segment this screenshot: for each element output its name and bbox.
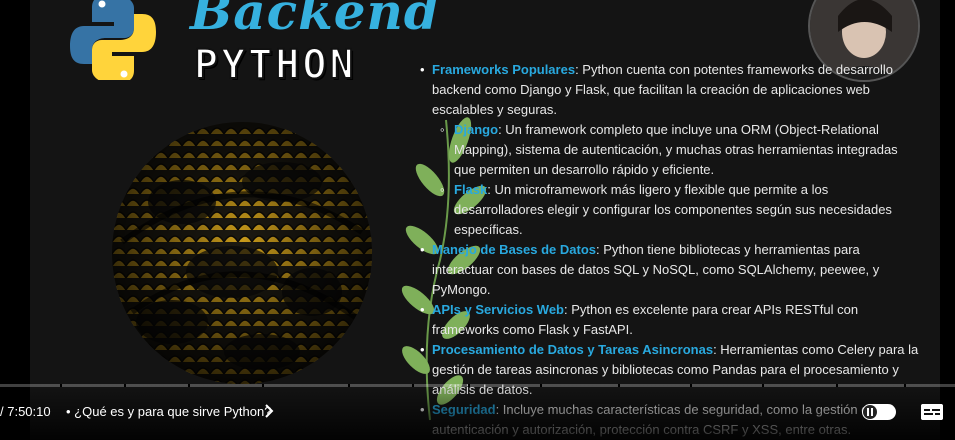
chapter-marker <box>540 384 542 387</box>
bullet-item: Frameworks Populares: Python cuenta con … <box>420 60 920 120</box>
chapter-marker <box>618 384 620 387</box>
snake-image <box>112 122 372 384</box>
bullet-item: Manejo de Bases de Datos: Python tiene b… <box>420 240 920 300</box>
bullet-keyword: APIs y Servicios Web <box>432 302 564 317</box>
chapter-marker <box>124 384 126 387</box>
sub-bullet-item: Flask: Un microframework más ligero y fl… <box>420 180 920 240</box>
slide-bullet-list: Frameworks Populares: Python cuenta con … <box>420 60 920 440</box>
pause-icon <box>863 405 877 419</box>
chapter-marker <box>904 384 906 387</box>
bullet-keyword: Flask <box>454 182 488 197</box>
brand-block-title: PYTHON <box>193 41 357 89</box>
progress-bar[interactable] <box>0 384 955 387</box>
bullet-keyword: Manejo de Bases de Datos <box>432 242 596 257</box>
brand-script-title: Backend <box>190 0 440 41</box>
bullet-keyword: Frameworks Populares <box>432 62 576 77</box>
chapter-marker <box>412 384 414 387</box>
chapter-marker <box>60 384 62 387</box>
bullet-text: : Un microframework más ligero y flexibl… <box>454 182 892 237</box>
chevron-right-icon[interactable] <box>262 402 276 420</box>
chapter-marker <box>690 384 692 387</box>
python-logo <box>70 0 156 80</box>
captions-icon[interactable] <box>921 404 943 420</box>
bullet-item: APIs y Servicios Web: Python es excelent… <box>420 300 920 340</box>
bullet-list: Frameworks Populares: Python cuenta con … <box>420 60 920 440</box>
sub-bullet-item: Django: Un framework completo que incluy… <box>420 120 920 180</box>
chapter-title-button[interactable]: • ¿Qué es y para que sirve Python? <box>66 404 271 419</box>
bullet-text: : Un framework completo que incluye una … <box>454 122 898 177</box>
chapter-marker <box>468 384 470 387</box>
bullet-keyword: Django <box>454 122 499 137</box>
chapter-marker <box>762 384 764 387</box>
chapter-marker <box>348 384 350 387</box>
autoplay-toggle[interactable] <box>862 404 896 420</box>
chapter-marker <box>836 384 838 387</box>
duration-readout: / 7:50:10 <box>0 404 51 419</box>
chapter-marker <box>188 384 190 387</box>
video-player[interactable]: Backend PYTHON • Frameworks Populares: P… <box>0 0 955 440</box>
chapter-marker <box>262 384 264 387</box>
bullet-keyword: Procesamiento de Datos y Tareas Asincron… <box>432 342 714 357</box>
